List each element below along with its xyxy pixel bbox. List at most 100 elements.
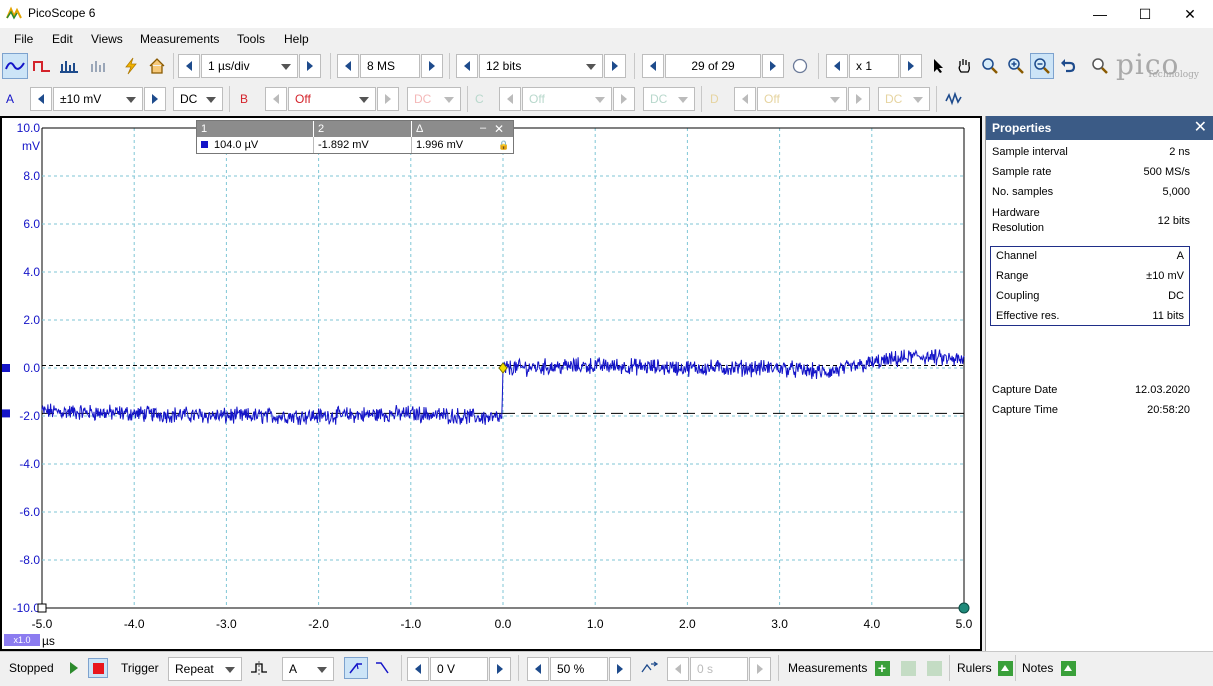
delay-decrease-button[interactable] — [667, 657, 689, 681]
samples-decrease-button[interactable] — [337, 54, 359, 78]
channel-b-range-select[interactable]: Off — [288, 87, 376, 111]
close-window-button[interactable]: ✕ — [1167, 0, 1213, 28]
menu-help[interactable]: Help — [284, 32, 309, 46]
timebase-select[interactable]: 1 µs/div — [201, 54, 298, 78]
maximize-button[interactable]: ☐ — [1122, 0, 1168, 28]
trigger-mode-select[interactable]: Repeat — [168, 657, 242, 681]
zoom-field[interactable]: x 1 — [849, 54, 899, 78]
delete-measurement-button[interactable] — [924, 658, 944, 678]
rulers-close-icon[interactable]: ✕ — [494, 121, 508, 137]
rulers-table[interactable]: 1 2 Δ – ✕ 104.0 µV -1.892 mV 1.996 mV 🔒 — [196, 120, 514, 154]
default-setup-button[interactable] — [144, 53, 170, 79]
channel-d-range-increase-button[interactable] — [848, 87, 870, 111]
zoom-in-button[interactable] — [1004, 53, 1028, 79]
notes-toggle-button[interactable] — [1058, 658, 1078, 678]
rising-edge-button[interactable] — [344, 657, 368, 679]
rising-edge-icon — [349, 662, 362, 674]
resolution-decrease-button[interactable] — [456, 54, 478, 78]
threshold-field[interactable]: 0 V — [430, 657, 488, 681]
resolution-increase-button[interactable] — [604, 54, 626, 78]
scope-view[interactable]: 10.0 8.0 6.0 4.0 2.0 0.0 -2.0 -4.0 -6.0 -8.0 -10.0… — [0, 116, 982, 651]
samples-field[interactable]: 8 MS — [360, 54, 420, 78]
post-trigger-delay-button[interactable] — [640, 658, 660, 678]
pretrigger-increase-button[interactable] — [609, 657, 631, 681]
delay-increase-button[interactable] — [749, 657, 771, 681]
post-trigger-marker[interactable] — [958, 602, 970, 614]
menu-edit[interactable]: Edit — [52, 32, 73, 46]
channel-a-button[interactable]: A — [6, 92, 14, 106]
buffer-navigator-field[interactable]: 29 of 29 — [665, 54, 761, 78]
zoom-decrease-button[interactable] — [826, 54, 848, 78]
add-measurement-button[interactable]: + — [872, 658, 892, 678]
channel-a-range-increase-button[interactable] — [144, 87, 166, 111]
channel-a-range-decrease-button[interactable] — [30, 87, 52, 111]
channel-b-range-increase-button[interactable] — [377, 87, 399, 111]
pointer-tool-button[interactable] — [928, 53, 950, 79]
threshold-decrease-button[interactable] — [407, 657, 429, 681]
scope-mode-button[interactable] — [2, 53, 28, 79]
start-button[interactable] — [64, 658, 84, 678]
channel-b-button[interactable]: B — [240, 92, 248, 106]
channel-c-button[interactable]: C — [475, 92, 484, 106]
channel-a-coupling-select[interactable]: DC — [173, 87, 223, 111]
undo-zoom-button[interactable] — [1056, 53, 1080, 79]
zoom-out-button[interactable] — [1030, 53, 1054, 79]
channel-c-range-select[interactable]: Off — [522, 87, 612, 111]
pretrigger-field[interactable]: 50 % — [550, 657, 608, 681]
channel-a-range-select[interactable]: ±10 mV — [53, 87, 143, 111]
property-channel: Channel A — [996, 250, 1184, 262]
timebase-decrease-button[interactable] — [178, 54, 200, 78]
property-value: 11 bits — [1152, 310, 1184, 322]
timebase-increase-button[interactable] — [299, 54, 321, 78]
buffer-previous-button[interactable] — [642, 54, 664, 78]
spectrum-mode-button[interactable] — [56, 53, 82, 79]
property-label: Range — [996, 270, 1029, 282]
marquee-zoom-button[interactable] — [978, 53, 1002, 79]
rulers-minimize-icon[interactable]: – — [480, 121, 494, 137]
channel-c-range-increase-button[interactable] — [613, 87, 635, 111]
rulers-toggle-button[interactable] — [995, 658, 1015, 678]
channel-b-range-decrease-button[interactable] — [265, 87, 287, 111]
pico-technology-logo: pico Technology — [1116, 48, 1211, 82]
channel-b-coupling-select[interactable]: DC — [407, 87, 461, 111]
channel-d-range-select[interactable]: Off — [757, 87, 847, 111]
channel-c-coupling-select[interactable]: DC — [643, 87, 695, 111]
stop-button[interactable] — [88, 658, 108, 678]
advanced-trigger-button[interactable] — [249, 658, 269, 678]
ruler-1-handle[interactable] — [2, 364, 10, 372]
buffer-overview-button[interactable] — [787, 53, 813, 79]
buffer-next-button[interactable] — [762, 54, 784, 78]
x-scale-badge[interactable]: x1.0 — [4, 634, 40, 646]
threshold-increase-button[interactable] — [489, 657, 511, 681]
pretrigger-decrease-button[interactable] — [527, 657, 549, 681]
resolution-select[interactable]: 12 bits — [479, 54, 603, 78]
scope-mode-icon — [5, 62, 25, 70]
channel-options-button[interactable] — [941, 86, 967, 112]
properties-title: Properties — [992, 121, 1052, 135]
channel-d-range-decrease-button[interactable] — [734, 87, 756, 111]
menu-measurements[interactable]: Measurements — [140, 32, 219, 46]
edit-measurement-button[interactable] — [898, 658, 918, 678]
zoom-overview-button[interactable] — [1088, 53, 1112, 79]
samples-increase-button[interactable] — [421, 54, 443, 78]
menu-file[interactable]: File — [14, 32, 33, 46]
lock-icon[interactable]: 🔒 — [498, 137, 509, 153]
channel-d-coupling-select[interactable]: DC — [878, 87, 930, 111]
channel-c-range-decrease-button[interactable] — [499, 87, 521, 111]
auto-setup-button[interactable] — [118, 53, 144, 79]
rulers-toggle-icon — [997, 660, 1013, 676]
persistence-mode-button[interactable] — [29, 53, 55, 79]
falling-edge-button[interactable] — [372, 658, 392, 678]
properties-close-icon[interactable]: ✕ — [1194, 116, 1207, 140]
minimize-button[interactable]: — — [1077, 0, 1123, 28]
trigger-source-select[interactable]: A — [282, 657, 334, 681]
delay-field[interactable]: 0 s — [690, 657, 748, 681]
menu-views[interactable]: Views — [91, 32, 123, 46]
oscilloscope-plot[interactable]: 10.08.06.04.02.00.0-2.0-4.0-6.0-8.0-10.0… — [2, 118, 980, 649]
serial-decode-button[interactable] — [86, 53, 112, 79]
hand-tool-button[interactable] — [952, 53, 976, 79]
channel-d-button[interactable]: D — [710, 92, 719, 106]
ruler-2-handle[interactable] — [2, 409, 10, 418]
zoom-increase-button[interactable] — [900, 54, 922, 78]
menu-tools[interactable]: Tools — [237, 32, 265, 46]
